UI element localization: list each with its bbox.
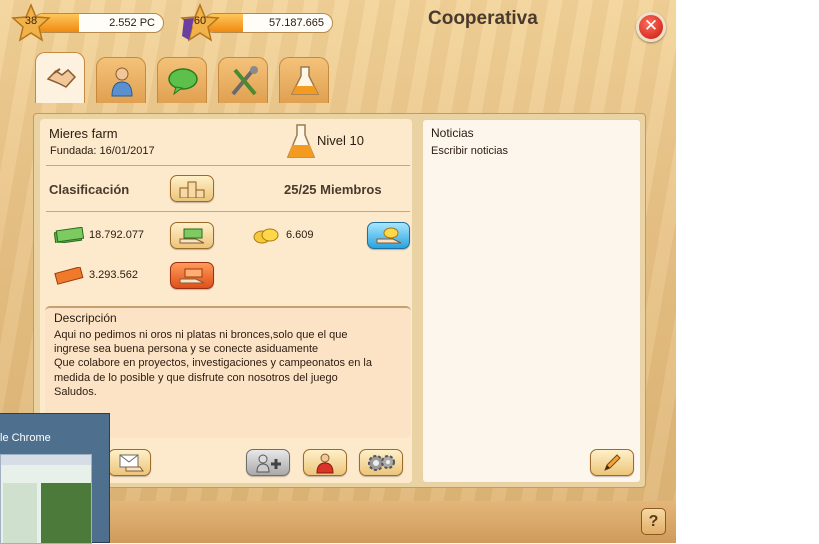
donate-cash-button[interactable] (170, 222, 214, 249)
player-level-star-icon: 38 (11, 3, 51, 43)
add-person-icon (256, 454, 281, 472)
tools-icon (231, 66, 258, 96)
cash-bills-icon (54, 227, 84, 243)
farm-name: Mieres farm (49, 126, 118, 141)
chat-bubble-icon (168, 68, 198, 96)
ranking-label: Clasificación (49, 182, 130, 197)
taskbar-preview-popup[interactable]: le Chrome (0, 413, 110, 544)
member-person-icon (111, 67, 133, 97)
description-heading: Descripción (54, 311, 117, 325)
divider (46, 165, 410, 166)
thumbnail-game-scene (41, 483, 91, 543)
divider (46, 211, 410, 212)
members-count: 25/25 Miembros (284, 182, 382, 197)
player-pc-value: 2.552 PC (109, 17, 155, 29)
farm-founded: Fundada: 16/01/2017 (50, 145, 155, 157)
player-level: 38 (24, 15, 38, 27)
gears-icon (368, 454, 395, 471)
tab-members[interactable] (96, 57, 146, 103)
coins-value: 6.609 (286, 229, 314, 241)
description-line: Que colabore en proyectos, investigacion… (54, 357, 372, 369)
thumbnail-browser-bar (1, 455, 91, 465)
news-placeholder: Escribir noticias (431, 145, 509, 157)
close-button[interactable]: ✕ (636, 12, 666, 42)
cash-value: 18.792.077 (89, 229, 145, 241)
description-line: ingrese sea buena persona y se conecte a… (54, 343, 319, 355)
description-line: Aqui no pedimos ni oros ni platas ni bro… (54, 329, 348, 341)
thumbnail-sidebar (3, 483, 37, 543)
edit-news-button[interactable] (590, 449, 634, 476)
coop-level: 60 (193, 15, 207, 27)
help-button[interactable]: ? (641, 508, 666, 535)
coop-points-value: 57.187.665 (268, 17, 324, 29)
envelope-hand-icon (119, 454, 144, 471)
news-heading: Noticias (431, 126, 474, 140)
tickets-value: 3.293.562 (89, 269, 138, 281)
tab-chat[interactable] (157, 57, 207, 103)
tab-research[interactable] (279, 57, 329, 103)
flask-icon (290, 66, 320, 95)
farm-level: Nivel 10 (317, 133, 364, 148)
coop-level-star-icon: 60 (180, 3, 220, 43)
pencil-icon (604, 453, 621, 471)
send-message-button[interactable] (108, 449, 151, 476)
tickets-icon (54, 267, 84, 285)
tab-tools[interactable] (218, 57, 268, 103)
coins-icon (253, 228, 279, 244)
taskbar-preview-thumbnail[interactable] (0, 454, 92, 544)
tab-cooperative[interactable] (35, 52, 85, 103)
settings-button[interactable] (359, 449, 403, 476)
description-line: medida de lo posible y que disfrute con … (54, 372, 338, 384)
person-red-icon (316, 453, 334, 473)
donate-tickets-button[interactable] (170, 262, 214, 289)
description-line: Saludos. (54, 386, 97, 398)
donate-coins-button[interactable] (367, 222, 410, 249)
level-flask-icon (286, 124, 316, 158)
ranking-button[interactable] (170, 175, 214, 202)
player-pc-bar: 2.552 PC (33, 13, 164, 33)
hand-tickets-icon (179, 268, 205, 283)
member-profile-button[interactable] (303, 449, 347, 476)
hand-cash-icon (179, 228, 205, 243)
podium-icon (179, 181, 205, 198)
handshake-icon (46, 68, 77, 88)
hand-coins-icon (376, 227, 401, 243)
window-title: Cooperativa (428, 8, 538, 29)
news-panel: Noticias Escribir noticias (422, 119, 641, 483)
add-member-button[interactable] (246, 449, 290, 476)
coop-points-bar: 57.187.665 (204, 13, 333, 33)
taskbar-preview-title: le Chrome (0, 432, 51, 444)
